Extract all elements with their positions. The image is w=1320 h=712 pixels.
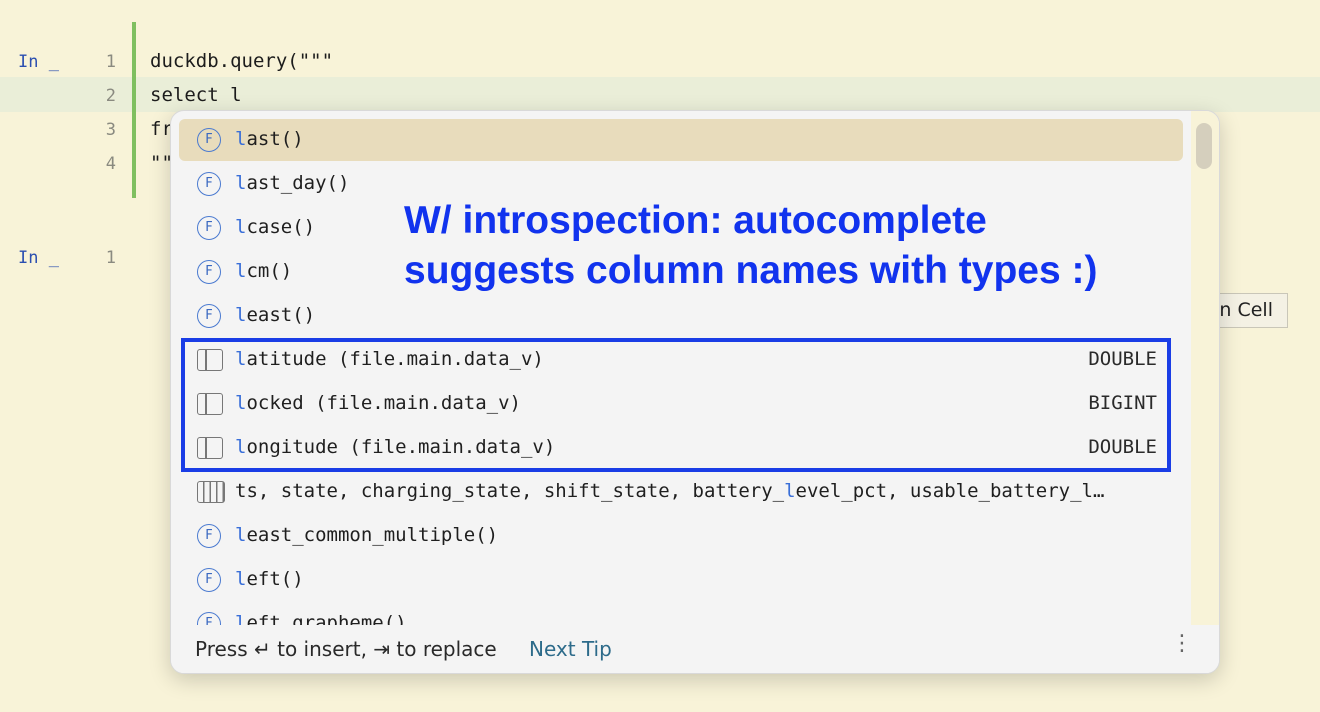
line-number: 2 [105,86,116,106]
line-number: 4 [105,154,116,174]
completion-label: left() [235,568,304,590]
function-icon: F [197,172,221,196]
code-line[interactable]: duckdb.query(""" [150,50,333,72]
next-tip-link[interactable]: Next Tip [529,637,612,661]
function-icon: F [197,260,221,284]
cell-prompt: In _ [18,52,59,72]
completion-label: least() [235,304,316,326]
line-number: 1 [105,248,116,268]
column-suggestions-highlight-box [181,338,1171,472]
function-icon: F [197,568,221,592]
completion-label: lcase() [235,216,316,238]
completion-label: left_grapheme() [235,612,407,625]
cell-modified-gutter-bar [132,22,136,198]
function-icon: F [197,216,221,240]
annotation-text: W/ introspection: autocomplete suggests … [404,196,1164,296]
function-icon: F [197,612,221,625]
completion-label: last_day() [235,172,350,194]
scrollbar-track[interactable] [1191,111,1219,625]
function-icon: F [197,524,221,548]
completion-label: least_common_multiple() [235,524,499,546]
scrollbar-thumb[interactable] [1196,123,1212,169]
insert-hint: Press ↵ to insert, ⇥ to replace [195,637,497,661]
more-options-icon[interactable]: ⋮ [1171,631,1193,656]
popup-footer: Press ↵ to insert, ⇥ to replace Next Tip… [171,625,1219,673]
completion-label: lcm() [235,260,293,282]
table-columns-icon [197,481,225,503]
function-icon: F [197,304,221,328]
code-line[interactable]: select l [150,84,242,106]
function-icon: F [197,128,221,152]
completion-item[interactable]: F least() [179,295,1183,337]
line-number: 1 [105,52,116,72]
annotation-line: W/ introspection: autocomplete [404,199,987,242]
completion-item[interactable]: F least_common_multiple() [179,515,1183,557]
completion-item[interactable]: F left() [179,559,1183,601]
cell-prompt: In _ [18,248,59,268]
completion-item-table[interactable]: ts, state, charging_state, shift_state, … [179,471,1183,513]
completion-label: last() [235,128,304,150]
completion-item[interactable]: F last() [179,119,1183,161]
annotation-line: suggests column names with types :) [404,249,1098,292]
completion-item[interactable]: F left_grapheme() [179,603,1183,625]
completion-label: ts, state, charging_state, shift_state, … [235,480,1105,502]
line-number: 3 [105,120,116,140]
